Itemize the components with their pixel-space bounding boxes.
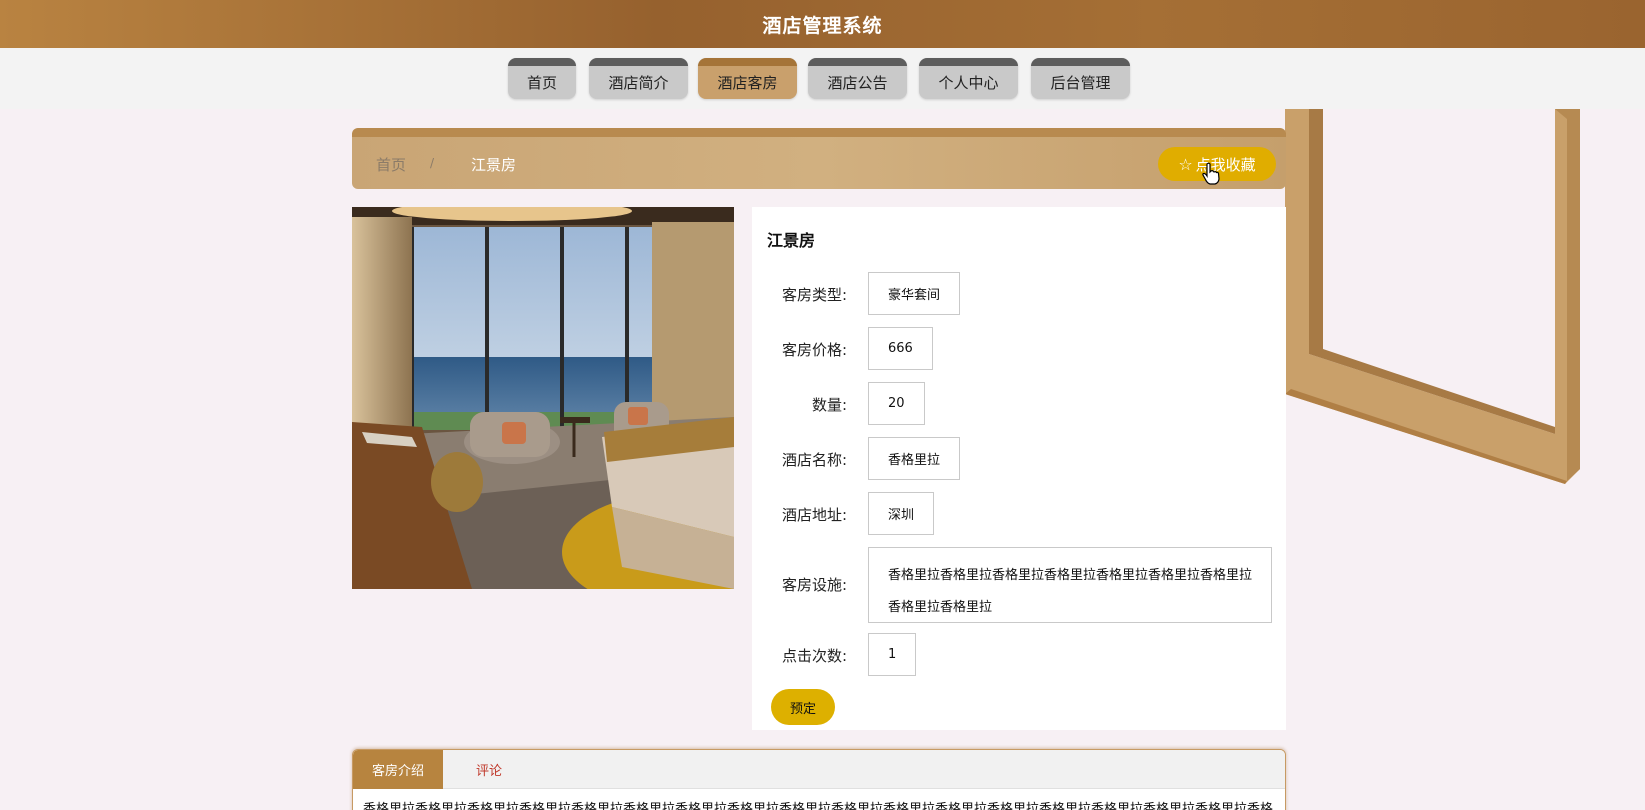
hotel-name-label: 酒店名称: (781, 451, 847, 469)
room-intro-text: 香格里拉香格里拉香格里拉香格里拉香格里拉香格里拉香格里拉香格里拉香格里拉香格里拉… (363, 802, 1275, 810)
room-quantity-value: 20 (868, 382, 925, 425)
click-count-value: 1 (868, 633, 917, 676)
tab-room-intro[interactable]: 客房介绍 (353, 750, 443, 789)
app-title: 酒店管理系统 (762, 14, 883, 37)
main-nav: 首页 酒店简介 酒店客房 酒店公告 个人中心 后台管理 (0, 48, 1645, 109)
room-type-label: 客房类型: (781, 286, 847, 304)
room-details: 江景房 客房类型: 豪华套间 客房价格: 666 数量: 20 酒店名称: 香格… (752, 207, 1286, 730)
click-count-label: 点击次数: (781, 647, 847, 665)
nav-item-hotel-intro[interactable]: 酒店简介 (589, 58, 688, 99)
hotel-address-value: 深圳 (868, 492, 935, 535)
app-header: 酒店管理系统 (0, 0, 1645, 48)
breadcrumb-separator: / (430, 156, 435, 170)
decorative-frame (1285, 109, 1580, 484)
room-type-value: 豪华套间 (868, 272, 961, 315)
room-title: 江景房 (767, 231, 816, 250)
room-photo (352, 207, 734, 589)
breadcrumb: 首页 / 江景房 ☆ 点我收藏 (352, 128, 1286, 189)
nav-item-personal-center[interactable]: 个人中心 (919, 58, 1018, 99)
room-facilities-label: 客房设施: (781, 576, 847, 594)
room-price-value: 666 (868, 327, 933, 370)
hotel-name-value: 香格里拉 (868, 437, 961, 480)
breadcrumb-home[interactable]: 首页 (376, 154, 406, 175)
nav-item-admin[interactable]: 后台管理 (1031, 58, 1130, 99)
room-price-label: 客房价格: (781, 341, 847, 359)
hotel-address-label: 酒店地址: (781, 506, 847, 524)
room-facilities-value: 香格里拉香格里拉香格里拉香格里拉香格里拉香格里拉香格里拉香格里拉香格里拉 (868, 547, 1272, 623)
nav-item-hotel-rooms[interactable]: 酒店客房 (698, 58, 797, 99)
room-tabs: 客房介绍 评论 香格里拉香格里拉香格里拉香格里拉香格里拉香格里拉香格里拉香格里拉… (352, 749, 1286, 810)
tab-comments[interactable]: 评论 (443, 750, 535, 789)
nav-item-hotel-notices[interactable]: 酒店公告 (808, 58, 907, 99)
star-outline-icon: ☆ (1178, 154, 1193, 174)
hand-pointer-icon (1202, 162, 1220, 185)
room-quantity-label: 数量: (811, 396, 847, 414)
breadcrumb-current: 江景房 (471, 156, 517, 174)
book-button[interactable]: 预定 (771, 689, 835, 725)
nav-item-home[interactable]: 首页 (508, 58, 576, 99)
tab-header: 客房介绍 评论 (353, 750, 1285, 789)
